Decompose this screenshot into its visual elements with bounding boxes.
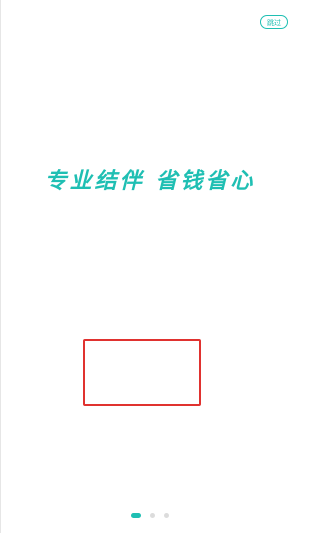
page-indicator: [0, 512, 300, 518]
onboarding-screen: 跳过 专业结伴 省钱省心: [0, 0, 300, 533]
left-edge-divider: [0, 0, 1, 533]
slogan-text: 专业结伴 省钱省心: [44, 169, 256, 194]
page-dot-3: [164, 512, 169, 518]
highlight-box: [83, 339, 201, 406]
page-dot-1: [131, 512, 141, 518]
skip-button[interactable]: 跳过: [260, 15, 288, 29]
page-dot-2: [150, 512, 155, 518]
